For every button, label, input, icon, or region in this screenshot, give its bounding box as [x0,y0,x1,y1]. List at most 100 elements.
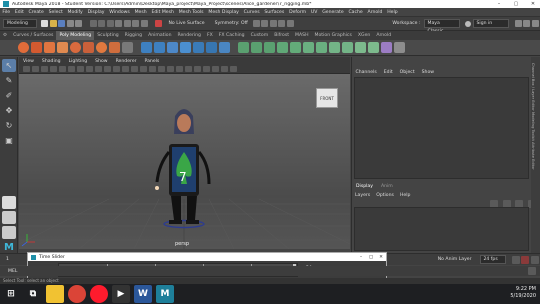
lights-icon[interactable] [158,66,165,72]
select-component-icon[interactable] [106,20,114,27]
mirror-icon[interactable] [167,42,178,53]
textured-icon[interactable] [149,66,156,72]
quad-draw-icon[interactable] [381,42,392,53]
anim-layer-dropdown[interactable]: No Anim Layer [438,257,472,262]
render-view-icon[interactable] [252,20,260,27]
minimize-button[interactable]: – [492,0,506,8]
bridge-icon[interactable] [264,42,275,53]
field-chart-icon[interactable] [95,66,102,72]
super-shape-icon[interactable] [122,42,133,53]
channel-box-body[interactable] [354,77,529,179]
bevel-icon[interactable] [251,42,262,53]
live-surface-label[interactable]: No Live Surface [164,21,210,26]
menu-select[interactable]: Select [46,10,65,15]
vp-menu-lighting[interactable]: Lighting [65,59,92,64]
maya-taskbar-icon[interactable]: M [156,285,174,303]
fill-hole-icon[interactable] [277,42,288,53]
move-tool-icon[interactable]: ✥ [2,104,16,117]
menu-uv[interactable]: UV [309,10,320,15]
wireframe-icon[interactable] [122,66,129,72]
grid-toggle-icon[interactable] [59,66,66,72]
poly-disc-icon[interactable] [96,42,107,53]
camera-icon[interactable] [23,66,30,72]
tab-display-layers[interactable]: Display [352,184,377,189]
chrome-icon[interactable] [68,285,86,303]
symmetry-dropdown[interactable]: Symmetry: Off [210,21,253,26]
snap-grid-icon[interactable] [115,20,122,27]
tab-sculpting[interactable]: Sculpting [94,31,121,40]
ts-maximize-button[interactable]: ▢ [366,255,376,260]
insert-edge-icon[interactable] [329,42,340,53]
paint-select-icon[interactable]: ✐ [2,89,16,102]
options-menu[interactable]: Options [373,193,397,198]
merge-icon[interactable] [355,42,366,53]
camera-attr-icon[interactable] [32,66,39,72]
tab-custom[interactable]: Custom [248,31,272,40]
perspective-viewport[interactable]: 7 FRONT persp [19,74,350,249]
target-weld-icon[interactable] [368,42,379,53]
menu-windows[interactable]: Windows [107,10,132,15]
film-gate-icon[interactable] [68,66,75,72]
menu-edit-mesh[interactable]: Edit Mesh [149,10,176,15]
word-icon[interactable]: W [134,285,152,303]
user-icon[interactable] [464,20,471,27]
tab-bifrost[interactable]: Bifrost [271,31,292,40]
tab-fx[interactable]: FX [204,31,216,40]
ts-minimize-button[interactable]: – [356,255,366,260]
toggle-attribute-icon[interactable] [531,20,539,27]
layout-single-icon[interactable] [2,196,16,209]
menu-cache[interactable]: Cache [346,10,365,15]
shadows-icon[interactable] [167,66,174,72]
poly-cone-icon[interactable] [57,42,68,53]
menu-modify[interactable]: Modify [65,10,85,15]
tab-curves-surfaces[interactable]: Curves / Surfaces [10,31,56,40]
preferences-icon[interactable] [530,255,539,264]
menu-display[interactable]: Display [85,10,107,15]
mel-label[interactable]: MEL [8,269,17,274]
tab-animation[interactable]: Animation [145,31,174,40]
select-tool-icon[interactable]: ↖ [2,59,16,72]
menu-generate[interactable]: Generate [320,10,346,15]
poly-cube-icon[interactable] [31,42,42,53]
combine-icon[interactable] [141,42,152,53]
ambient-occlusion-icon[interactable] [176,66,183,72]
snap-curve-icon[interactable] [123,20,131,27]
gate-mask-icon[interactable] [86,66,93,72]
shelf-options-icon[interactable]: ⚙ [0,31,10,40]
toggle-sidebar-icon[interactable] [523,20,530,27]
xray-icon[interactable] [212,66,219,72]
side-tabs[interactable]: Channel Box / Layer Editor Modeling Tool… [531,57,540,253]
media-icon[interactable]: ▶ [112,285,130,303]
snap-surface-icon[interactable] [140,20,148,27]
menu-mesh-tools[interactable]: Mesh Tools [176,10,206,15]
append-icon[interactable] [290,42,301,53]
offset-edge-icon[interactable] [342,42,353,53]
lasso-tool-icon[interactable]: ✎ [2,74,16,87]
close-button[interactable]: ✕ [526,0,540,8]
remesh-icon[interactable] [206,42,217,53]
save-scene-icon[interactable] [58,20,65,27]
new-scene-icon[interactable] [41,20,48,27]
menu-mesh[interactable]: Mesh [132,10,149,15]
ts-close-button[interactable]: ✕ [376,255,386,260]
antialias-icon[interactable] [185,66,192,72]
vp-menu-renderer[interactable]: Renderer [112,59,141,64]
safe-title-icon[interactable] [113,66,120,72]
tab-motion-graphics[interactable]: Motion Graphics [312,31,355,40]
start-frame-field[interactable]: 1 [6,257,9,262]
poly-torus-icon[interactable] [70,42,81,53]
menu-help[interactable]: Help [385,10,400,15]
sign-in-dropdown[interactable]: Sign in [472,19,509,28]
menu-mesh-display[interactable]: Mesh Display [206,10,241,15]
tab-rendering[interactable]: Rendering [175,31,204,40]
edge-loop-icon[interactable] [316,42,327,53]
object-menu[interactable]: Object [396,70,418,75]
safe-action-icon[interactable] [104,66,111,72]
windows-start-icon[interactable]: ⊞ [2,285,20,303]
vp-menu-shading[interactable]: Shading [38,59,65,64]
multi-cut-icon[interactable] [303,42,314,53]
vp-menu-panels[interactable]: Panels [141,59,164,64]
vp-menu-view[interactable]: View [19,59,38,64]
boolean-icon[interactable] [193,42,204,53]
backface-icon[interactable] [230,66,237,72]
